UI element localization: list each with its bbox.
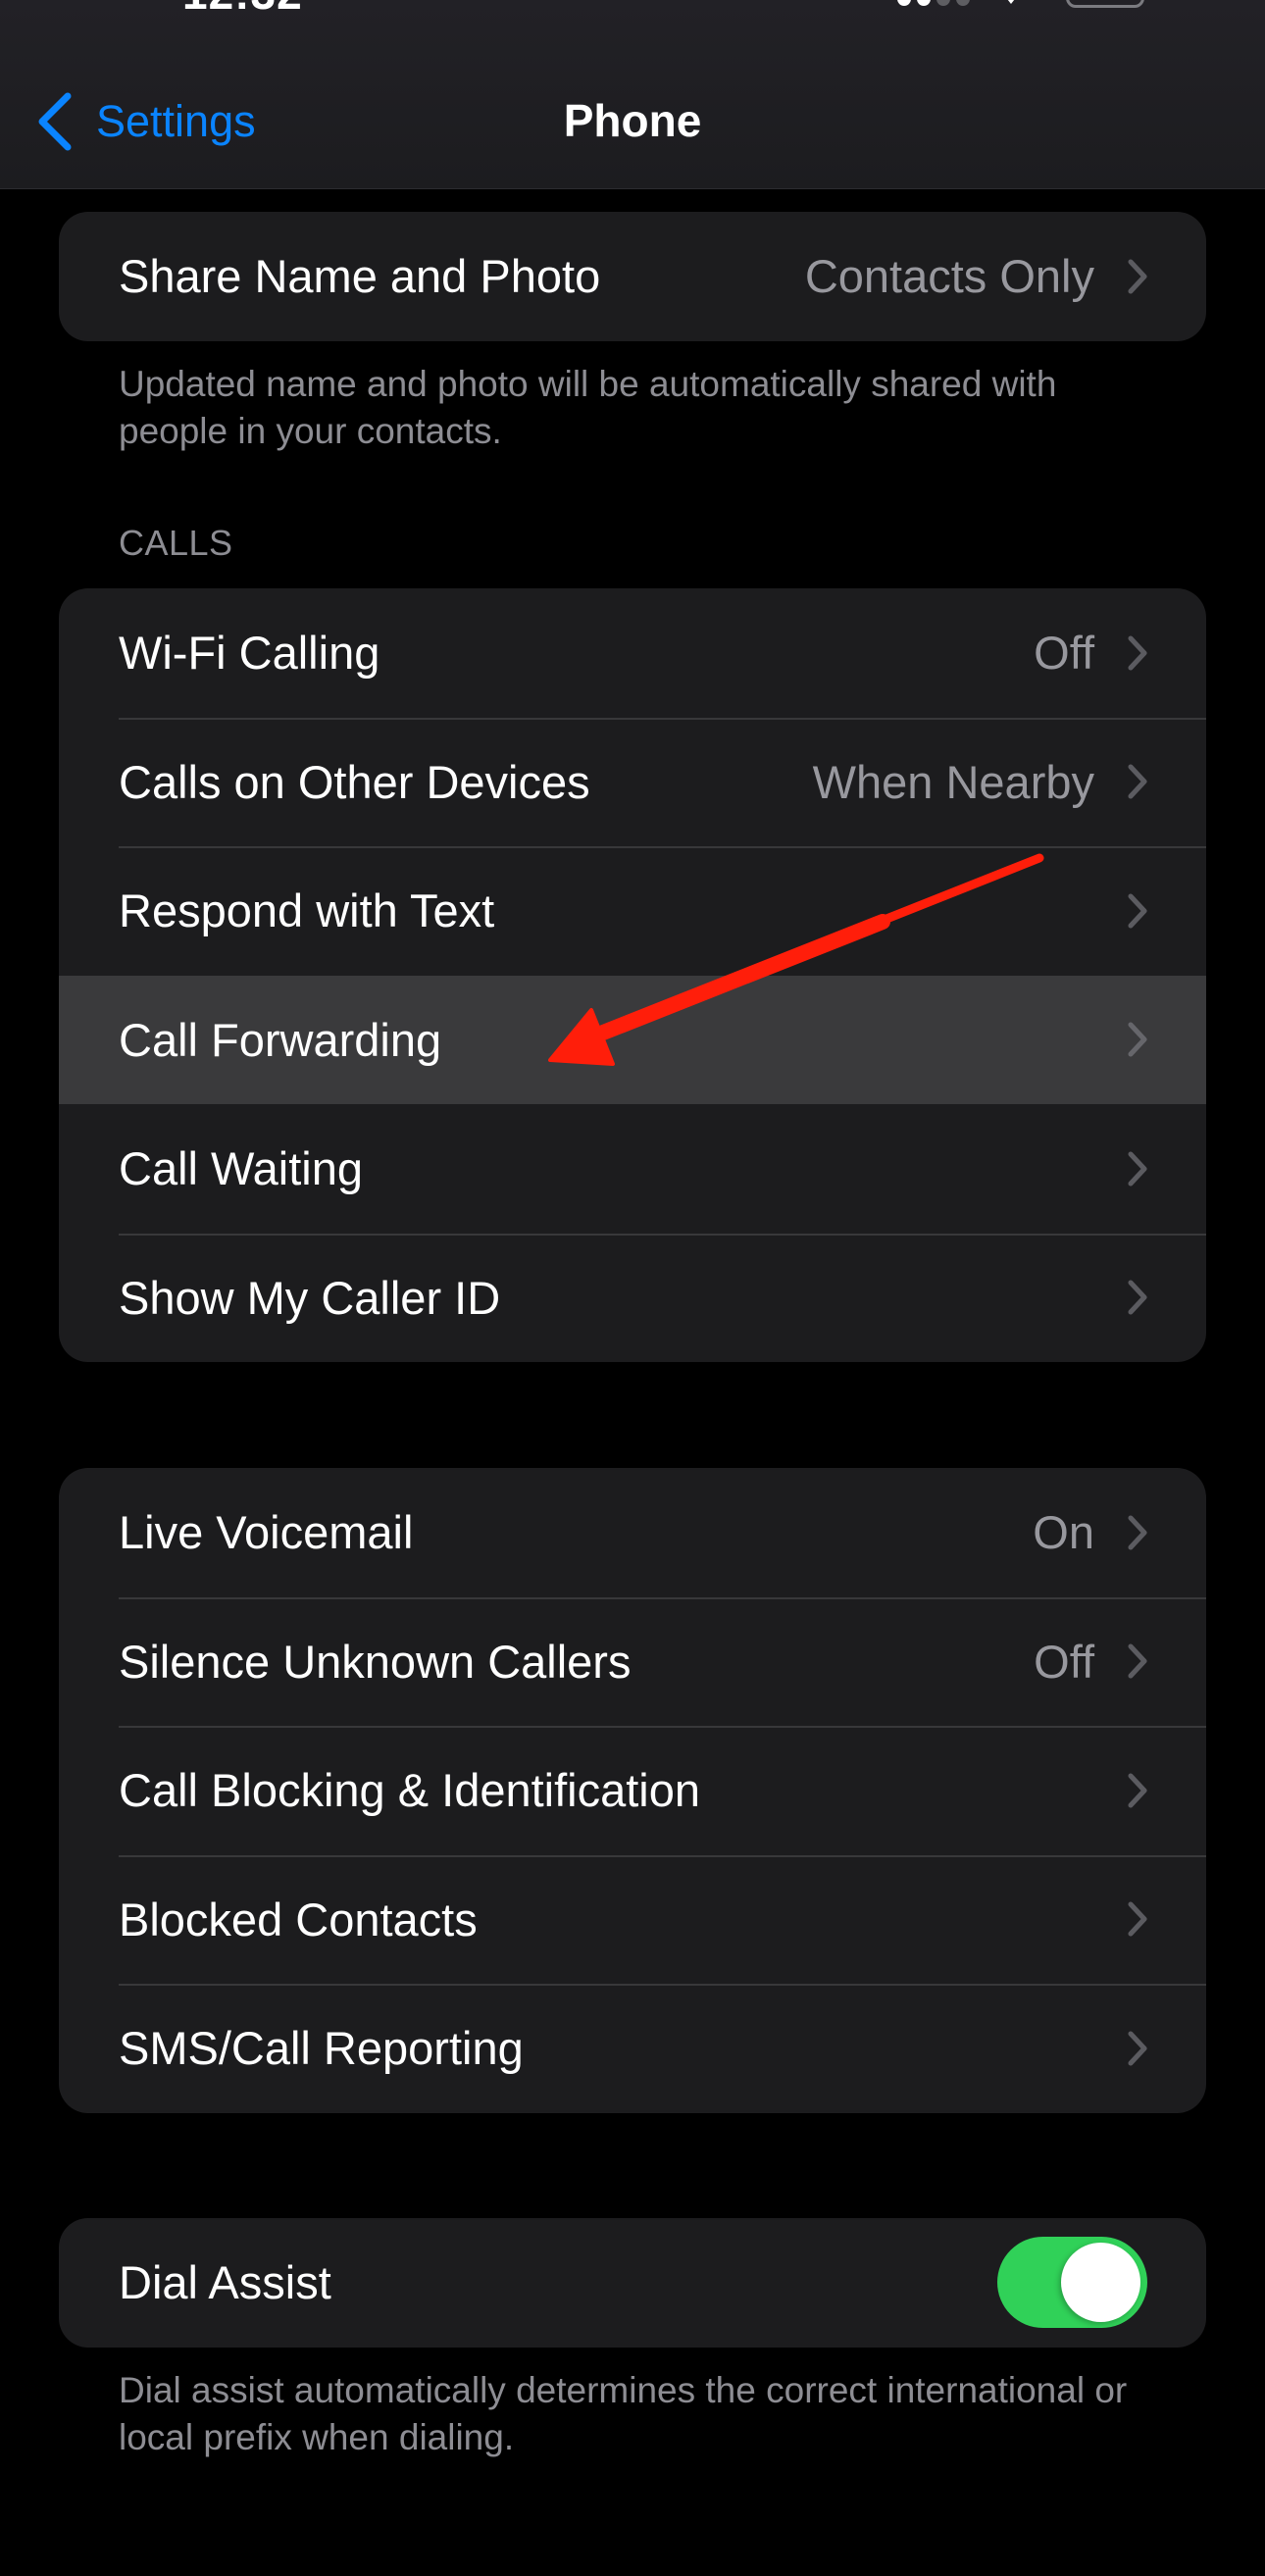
row-value: Contacts Only xyxy=(804,250,1094,303)
row-label: SMS/Call Reporting xyxy=(119,2022,524,2075)
row-value: When Nearby xyxy=(812,755,1094,808)
row-calls-on-other-devices[interactable]: Calls on Other Devices When Nearby xyxy=(59,717,1206,847)
cellular-signal-icon xyxy=(897,0,970,6)
chevron-right-icon xyxy=(1128,1643,1147,1679)
dial-assist-footer-text: Dial assist automatically determines the… xyxy=(119,2370,1128,2457)
chevron-right-icon xyxy=(1128,764,1147,799)
chevron-right-icon xyxy=(1128,1515,1147,1550)
chevron-right-icon xyxy=(1128,1773,1147,1808)
chevron-right-icon xyxy=(1128,1022,1147,1057)
row-show-my-caller-id[interactable]: Show My Caller ID xyxy=(59,1233,1206,1363)
row-call-blocking-identification[interactable]: Call Blocking & Identification xyxy=(59,1726,1206,1855)
dial-assist-toggle[interactable] xyxy=(997,2237,1147,2328)
row-label: Blocked Contacts xyxy=(119,1893,478,1945)
voicemail-group: Live Voicemail On Silence Unknown Caller… xyxy=(59,1468,1206,2113)
chevron-right-icon xyxy=(1128,259,1147,294)
chevron-right-icon xyxy=(1128,2031,1147,2066)
status-time: 12:32 xyxy=(182,0,303,20)
row-label: Calls on Other Devices xyxy=(119,755,590,808)
row-label: Live Voicemail xyxy=(119,1506,414,1559)
row-live-voicemail[interactable]: Live Voicemail On xyxy=(59,1468,1206,1597)
row-wifi-calling[interactable]: Wi-Fi Calling Off xyxy=(59,588,1206,718)
section-header-calls: CALLS xyxy=(119,523,233,563)
row-label: Call Blocking & Identification xyxy=(119,1764,701,1817)
row-value: Off xyxy=(1034,1635,1094,1688)
dial-assist-group: Dial Assist xyxy=(59,2218,1206,2348)
row-dial-assist: Dial Assist xyxy=(59,2218,1206,2348)
row-label: Silence Unknown Callers xyxy=(119,1635,632,1688)
calls-group: Wi-Fi Calling Off Calls on Other Devices… xyxy=(59,588,1206,1362)
chevron-right-icon xyxy=(1128,1280,1147,1315)
share-group: Share Name and Photo Contacts Only xyxy=(59,212,1206,341)
row-label: Call Waiting xyxy=(119,1142,363,1195)
page-title: Phone xyxy=(563,95,702,146)
row-call-waiting[interactable]: Call Waiting xyxy=(59,1104,1206,1234)
chevron-right-icon xyxy=(1128,893,1147,929)
row-label: Wi-Fi Calling xyxy=(119,627,380,680)
row-silence-unknown-callers[interactable]: Silence Unknown Callers Off xyxy=(59,1596,1206,1727)
wifi-icon xyxy=(1000,0,1022,4)
row-blocked-contacts[interactable]: Blocked Contacts xyxy=(59,1854,1206,1985)
row-sms-call-reporting[interactable]: SMS/Call Reporting xyxy=(59,1984,1206,2113)
row-call-forwarding[interactable]: Call Forwarding xyxy=(59,975,1206,1104)
row-label: Dial Assist xyxy=(119,2256,331,2309)
share-footer-text: Updated name and photo will be automatic… xyxy=(119,364,1057,451)
row-respond-with-text[interactable]: Respond with Text xyxy=(59,846,1206,976)
row-share-name-and-photo[interactable]: Share Name and Photo Contacts Only xyxy=(59,212,1206,341)
toggle-knob xyxy=(1061,2243,1140,2322)
row-label: Respond with Text xyxy=(119,884,495,937)
chevron-right-icon xyxy=(1128,1151,1147,1187)
row-value: Off xyxy=(1034,627,1094,680)
battery-icon xyxy=(1066,0,1144,8)
navigation-bar: 12:32 Settings Phone xyxy=(0,0,1265,189)
row-label: Share Name and Photo xyxy=(119,250,601,303)
row-label: Show My Caller ID xyxy=(119,1271,501,1324)
chevron-right-icon xyxy=(1128,635,1147,671)
chevron-right-icon xyxy=(1128,1901,1147,1937)
row-label: Call Forwarding xyxy=(119,1013,442,1066)
row-value: On xyxy=(1033,1506,1094,1559)
